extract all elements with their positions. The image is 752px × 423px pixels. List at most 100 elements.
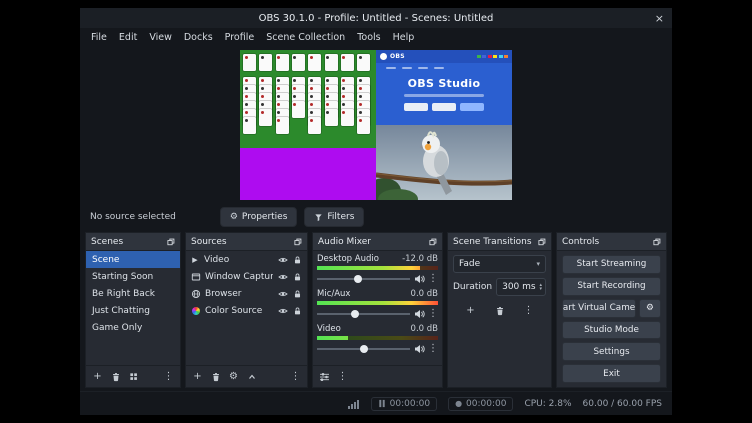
menu-scene-collection[interactable]: Scene Collection [260, 30, 351, 45]
menu-help[interactable]: Help [387, 30, 421, 45]
channel-kebab-icon[interactable]: ⋮ [428, 308, 438, 319]
site-nav [376, 63, 512, 72]
eye-icon[interactable] [277, 306, 288, 316]
eye-icon[interactable] [277, 289, 288, 299]
lock-icon[interactable] [292, 255, 303, 265]
playing-card [308, 54, 321, 71]
speaker-icon[interactable] [413, 274, 425, 284]
duration-spinner[interactable]: 300 ms ▴ ▾ [496, 278, 546, 296]
filter-icon [314, 213, 323, 222]
scene-item-scene[interactable]: Scene [86, 251, 180, 268]
scene-item-starting-soon[interactable]: Starting Soon [86, 268, 180, 285]
site-subtitle-bar [404, 94, 484, 97]
lock-icon[interactable] [292, 289, 303, 299]
start-virtual-camera-button[interactable]: Start Virtual Camera [562, 299, 636, 318]
remove-source-button[interactable] [207, 369, 224, 384]
slider-handle[interactable] [360, 345, 368, 353]
scene-item-game-only[interactable]: Game Only [86, 319, 180, 336]
scenes-kebab-icon[interactable]: ⋮ [160, 369, 177, 384]
scene-item-just-chatting[interactable]: Just Chatting [86, 302, 180, 319]
source-properties-gear-icon[interactable]: ⚙ [225, 369, 242, 384]
dock-popout-icon[interactable] [294, 238, 302, 246]
start-streaming-button[interactable]: Start Streaming [562, 255, 661, 274]
color-source-block [240, 148, 376, 200]
sources-kebab-icon[interactable]: ⋮ [287, 369, 304, 384]
speaker-icon[interactable] [413, 309, 425, 319]
window-title: OBS 30.1.0 - Profile: Untitled - Scenes:… [259, 13, 494, 24]
playing-card [308, 117, 321, 134]
site-download-buttons [376, 103, 512, 111]
obs-site-logo [380, 53, 387, 60]
slider-handle[interactable] [351, 310, 359, 318]
volume-meter [317, 301, 438, 305]
scene-transitions-title: Scene Transitions [453, 237, 532, 247]
close-button[interactable]: × [655, 8, 664, 28]
add-transition-button[interactable]: + [462, 303, 479, 318]
menu-edit[interactable]: Edit [113, 30, 143, 45]
menu-profile[interactable]: Profile [219, 30, 261, 45]
browser-source-obs-site: OBS OBS Studio [376, 50, 512, 125]
advanced-audio-icon[interactable] [316, 369, 333, 384]
status-bar: 00:00:00 ● 00:00:00 CPU: 2.8% 60.00 / 60… [80, 391, 672, 415]
playing-card [259, 109, 272, 126]
settings-button[interactable]: Settings [562, 342, 661, 361]
sources-title: Sources [191, 237, 227, 247]
remove-transition-button[interactable] [491, 303, 508, 318]
playing-card [276, 54, 289, 71]
studio-mode-button[interactable]: Studio Mode [562, 321, 661, 340]
volume-slider[interactable] [317, 309, 410, 319]
add-scene-button[interactable]: + [89, 369, 106, 384]
menu-view[interactable]: View [143, 30, 178, 45]
source-row-video[interactable]: ▶ Video [186, 251, 307, 268]
desktop-background: OBS 30.1.0 - Profile: Untitled - Scenes:… [0, 0, 752, 423]
remove-scene-button[interactable] [107, 369, 124, 384]
channel-name: Video [317, 324, 341, 334]
move-source-up-icon[interactable] [243, 369, 260, 384]
transition-kebab-icon[interactable]: ⋮ [520, 303, 537, 318]
virtual-camera-gear-button[interactable]: ⚙ [639, 299, 661, 318]
slider-handle[interactable] [354, 275, 362, 283]
lock-icon[interactable] [292, 306, 303, 316]
source-row-color-source[interactable]: Color Source [186, 302, 307, 319]
audio-kebab-icon[interactable]: ⋮ [334, 369, 351, 384]
volume-meter [317, 336, 438, 340]
start-recording-button[interactable]: Start Recording [562, 277, 661, 296]
transition-select[interactable]: Fade ▾ [453, 255, 546, 273]
channel-kebab-icon[interactable]: ⋮ [428, 273, 438, 284]
no-source-selected-label: No source selected [90, 212, 176, 222]
add-source-button[interactable]: + [189, 369, 206, 384]
controls-panel: Controls Start Streaming Start Recording… [556, 232, 667, 388]
volume-slider[interactable] [317, 274, 410, 284]
spin-down-icon[interactable]: ▾ [539, 287, 542, 291]
playing-card [341, 54, 354, 71]
eye-icon[interactable] [277, 255, 288, 265]
source-row-window-capture[interactable]: Window Captur [186, 268, 307, 285]
playing-card [243, 54, 256, 71]
dock-popout-icon[interactable] [653, 238, 661, 246]
preview-canvas[interactable]: OBS OBS Studio [240, 50, 512, 200]
source-row-browser[interactable]: Browser [186, 285, 307, 302]
scene-item-be-right-back[interactable]: Be Right Back [86, 285, 180, 302]
menu-tools[interactable]: Tools [351, 30, 386, 45]
window-icon [190, 272, 201, 282]
eye-icon[interactable] [277, 272, 288, 282]
filters-button[interactable]: Filters [304, 207, 364, 227]
playing-card [292, 101, 305, 118]
dock-popout-icon[interactable] [429, 238, 437, 246]
menu-docks[interactable]: Docks [178, 30, 219, 45]
channel-volume-db: -12.0 dB [402, 254, 438, 264]
dock-popout-icon[interactable] [167, 238, 175, 246]
scene-grid-mode-icon[interactable] [125, 369, 142, 384]
speaker-icon[interactable] [413, 344, 425, 354]
properties-button[interactable]: ⚙ Properties [220, 207, 298, 227]
chevron-down-icon: ▾ [536, 260, 540, 268]
exit-button[interactable]: Exit [562, 364, 661, 383]
channel-kebab-icon[interactable]: ⋮ [428, 343, 438, 354]
lock-icon[interactable] [292, 272, 303, 282]
audio-channel-video: Video 0.0 dB [317, 324, 438, 354]
audio-mixer-panel: Audio Mixer Desktop Audio -12.0 dB [312, 232, 443, 388]
menu-file[interactable]: File [85, 30, 113, 45]
dock-popout-icon[interactable] [538, 238, 546, 246]
playing-card [276, 117, 289, 134]
volume-slider[interactable] [317, 344, 410, 354]
